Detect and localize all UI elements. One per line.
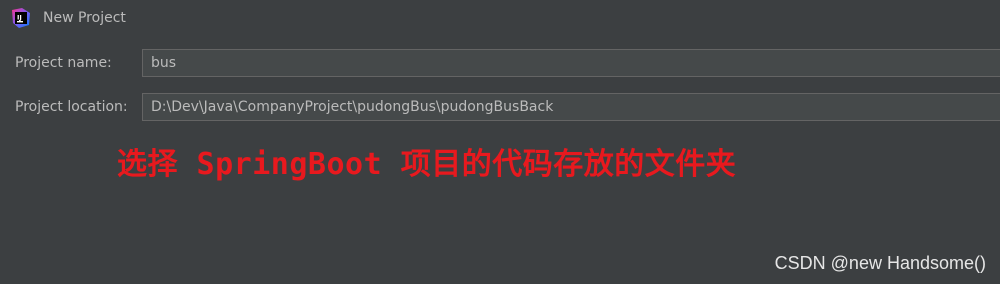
svg-text:IJ: IJ — [17, 14, 22, 22]
intellij-idea-icon: IJ — [10, 7, 32, 29]
project-name-label: Project name: — [15, 55, 112, 71]
project-location-input[interactable] — [142, 93, 1000, 121]
window-title: New Project — [43, 10, 126, 26]
annotation-text: 选择 SpringBoot 项目的代码存放的文件夹 — [117, 147, 737, 182]
project-name-input[interactable] — [142, 49, 1000, 77]
project-location-label: Project location: — [15, 99, 128, 115]
watermark: CSDN @new Handsome() — [774, 253, 986, 273]
title-bar: IJ New Project — [0, 0, 1000, 36]
